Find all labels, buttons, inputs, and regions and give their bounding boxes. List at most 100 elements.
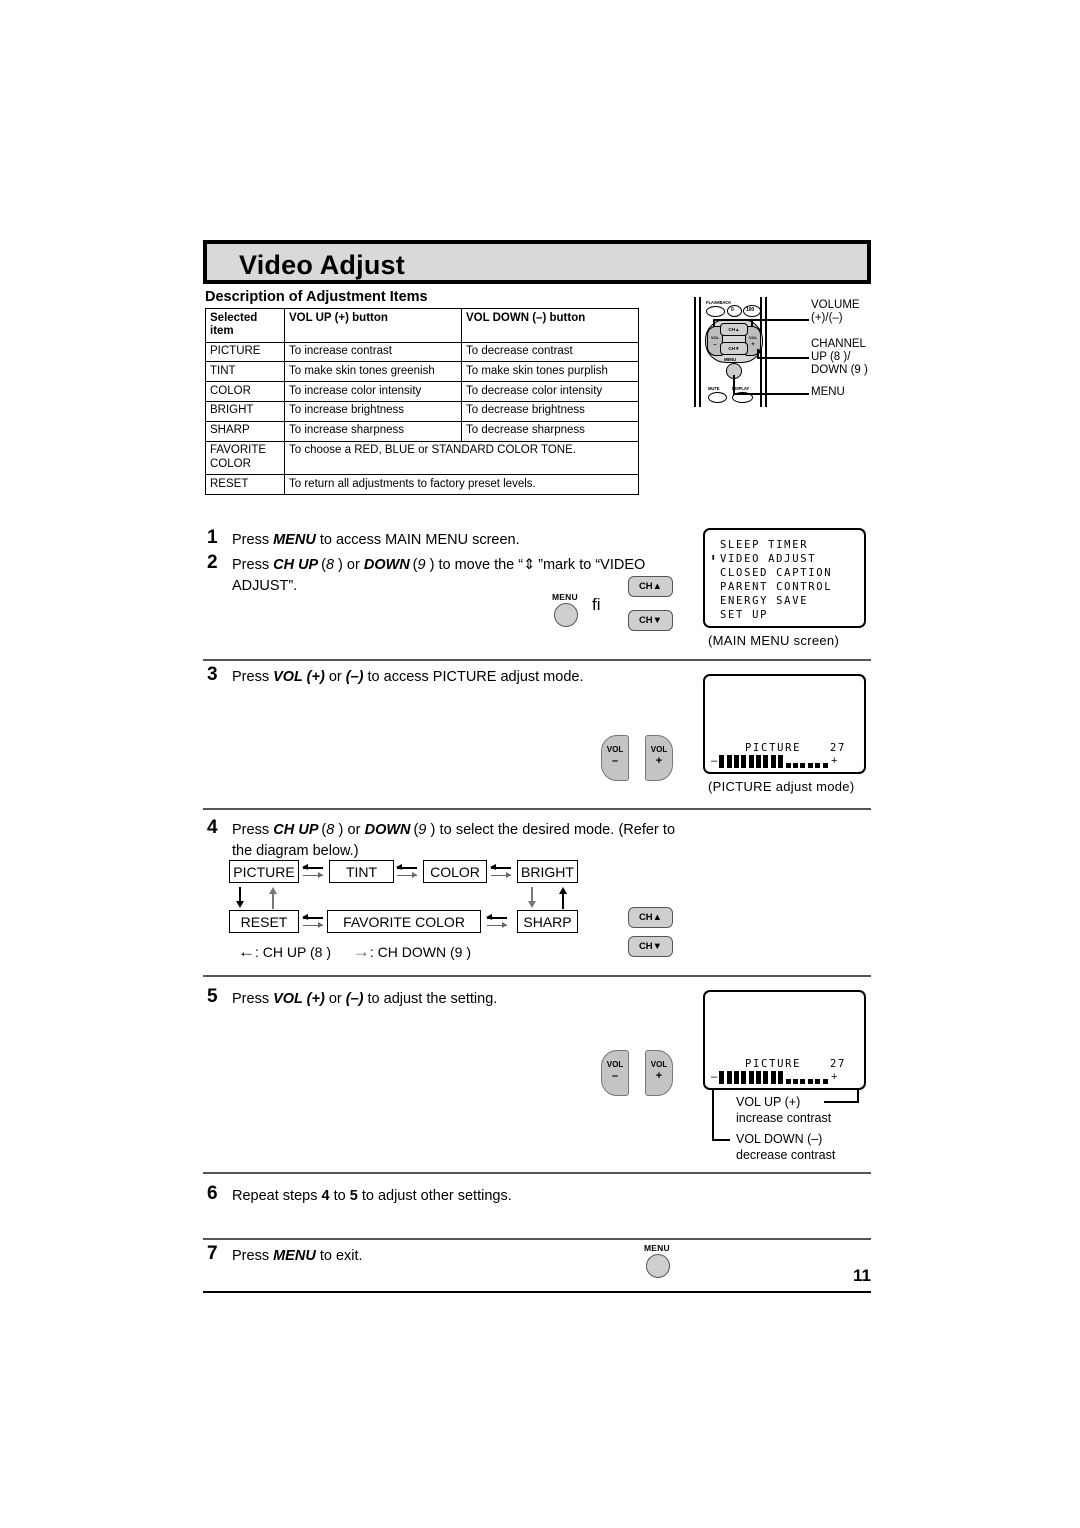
menu-key-graphic[interactable]: MENU	[552, 592, 578, 627]
vol-up-key-graphic[interactable]: VOL +	[645, 735, 673, 781]
callout-vol-up-line2: increase contrast	[736, 1111, 832, 1126]
vol-down-leader-line	[712, 1090, 714, 1141]
meter-bar-filled	[726, 755, 732, 768]
arrow-glyph: fi	[592, 595, 601, 614]
remote-control-diagram: FLASHBACK 0 100 VOL – VOL + CH▲ CH▼ MENU…	[690, 294, 880, 412]
meter-bar-empty	[785, 1079, 791, 1084]
step-text-4: Press CH UP (8 ) or DOWN (9 ) to select …	[232, 822, 676, 859]
picture-osd-value: 27	[830, 742, 847, 754]
ch-down-key-graphic[interactable]: CH▼	[628, 936, 673, 957]
vol-key-label: VOL	[650, 1060, 668, 1069]
ch-up-key-graphic[interactable]: CH▲	[628, 576, 673, 597]
remote-ch-up-button[interactable]: CH▲	[720, 323, 748, 336]
callout-volume-line2: (+)/(–)	[811, 312, 843, 325]
callout-vol-down-line1: VOL DOWN (–)	[736, 1132, 823, 1146]
mode-box-bright: BRIGHT	[517, 860, 578, 883]
zero-button[interactable]	[727, 305, 742, 317]
page-number: 11	[853, 1266, 871, 1285]
callout-vol-up: VOL UP (+) increase contrast	[736, 1094, 831, 1127]
section-divider	[203, 659, 871, 661]
mode-box-favorite-color: FAVORITE COLOR	[327, 910, 481, 933]
meter-plus-sign: +	[830, 755, 838, 767]
mode-box-color: COLOR	[423, 860, 487, 883]
volume-leader-line	[751, 319, 753, 327]
meter-bar-filled	[733, 1071, 739, 1084]
meter-plus-sign: +	[830, 1071, 838, 1083]
vol-key-label: VOL	[650, 745, 668, 754]
step-text-7: Press MENU to exit.	[232, 1248, 363, 1264]
mode-box-tint: TINT	[329, 860, 394, 883]
picture-adjust-screen: PICTURE 27 – +	[703, 990, 866, 1090]
row-vol-up: To increase sharpness	[284, 420, 462, 442]
callout-channel-line1: CHANNEL	[811, 338, 866, 350]
step-number-7: 7	[207, 1243, 218, 1264]
row-item-line1: FAVORITE	[210, 444, 267, 457]
vol-down-key-graphic[interactable]: VOL –	[601, 735, 629, 781]
callout-channel-line2: UP (8 )/	[811, 351, 851, 364]
meter-bar-empty	[807, 1079, 813, 1084]
bidirectional-arrow	[486, 910, 509, 933]
meter-minus-sign: –	[711, 755, 718, 767]
flashback-label: FLASHBACK	[706, 300, 732, 305]
table-header-row: Selected item VOL UP (+) button VOL DOWN…	[205, 308, 639, 343]
picture-osd-label: PICTURE	[745, 1058, 802, 1070]
meter-bar-empty	[800, 763, 806, 768]
row-vol-down: To decrease sharpness	[461, 420, 639, 442]
callout-vol-up-line1: VOL UP (+)	[736, 1095, 801, 1109]
picture-osd-value: 27	[830, 1058, 847, 1070]
legend-left-text: : CH UP (8 )	[255, 944, 331, 960]
callout-volume-line1: VOLUME	[811, 299, 860, 311]
meter-bar-filled	[733, 755, 739, 768]
table-row: TINT To make skin tones greenish To make…	[205, 361, 639, 383]
row-vol-down: To make skin tones purplish	[461, 361, 639, 383]
main-menu-screen-caption: (MAIN MENU screen)	[708, 633, 840, 648]
channel-leader-line	[757, 357, 809, 359]
callout-vol-down: VOL DOWN (–) decrease contrast	[736, 1131, 835, 1164]
vol-key-plus: +	[655, 1070, 663, 1082]
row-vol-up: To increase color intensity	[284, 381, 462, 402]
remote-ch-down-button[interactable]: CH▼	[720, 342, 748, 355]
menu-key-label: MENU	[644, 1243, 670, 1253]
menu-key-graphic[interactable]: MENU	[644, 1243, 670, 1278]
step-text-5: Press VOL (+) or (–) to adjust the setti…	[232, 991, 498, 1007]
step-number-4: 4	[207, 817, 218, 838]
ch-down-key-graphic[interactable]: CH▼	[628, 610, 673, 631]
picture-adjust-screen-caption: (PICTURE adjust mode)	[708, 779, 855, 794]
vol-down-key-graphic[interactable]: VOL –	[601, 1050, 629, 1096]
arrow-head-right	[412, 872, 417, 879]
menu-key-circle	[554, 603, 578, 627]
row-item: RESET	[205, 474, 285, 495]
header-line1: Selected	[210, 311, 258, 324]
section-divider	[203, 1238, 871, 1240]
vol-key-label: VOL	[606, 745, 624, 754]
flashback-button[interactable]	[706, 306, 725, 317]
meter-bar-filled	[763, 755, 769, 768]
mode-box-picture: PICTURE	[229, 860, 299, 883]
arrow-head-left	[302, 863, 308, 870]
meter-bar-empty	[822, 763, 828, 768]
section-divider	[203, 975, 871, 977]
meter-bar-empty	[800, 1079, 806, 1084]
table-row: SHARP To increase sharpness To decrease …	[205, 420, 639, 442]
mute-button[interactable]	[708, 392, 727, 403]
remote-edge-line	[765, 297, 767, 407]
arrow-head-left	[490, 863, 496, 870]
callout-channel: CHANNEL UP (8 )/ DOWN (9 )	[811, 338, 868, 378]
picture-osd-label: PICTURE	[745, 742, 802, 754]
picture-adjust-screen: PICTURE 27 – +	[703, 674, 866, 774]
section-divider	[203, 808, 871, 810]
arrow-head-left	[302, 913, 308, 920]
vol-up-key-graphic[interactable]: VOL +	[645, 1050, 673, 1096]
bidirectional-arrow	[302, 860, 325, 883]
callout-volume: VOLUME (+)/(–)	[811, 299, 860, 325]
ch-up-key-graphic[interactable]: CH▲	[628, 907, 673, 928]
step-number-2: 2	[207, 552, 218, 573]
bidirectional-arrow	[302, 910, 325, 933]
row-vol-up: To make skin tones greenish	[284, 361, 462, 383]
table-row: PICTURE To increase contrast To decrease…	[205, 341, 639, 363]
menu-key-circle	[646, 1254, 670, 1278]
mode-box-reset: RESET	[229, 910, 299, 933]
zero-label: 0	[731, 307, 734, 313]
row-span-description: To return all adjustments to factory pre…	[284, 474, 639, 495]
mode-box-sharp: SHARP	[517, 910, 578, 933]
